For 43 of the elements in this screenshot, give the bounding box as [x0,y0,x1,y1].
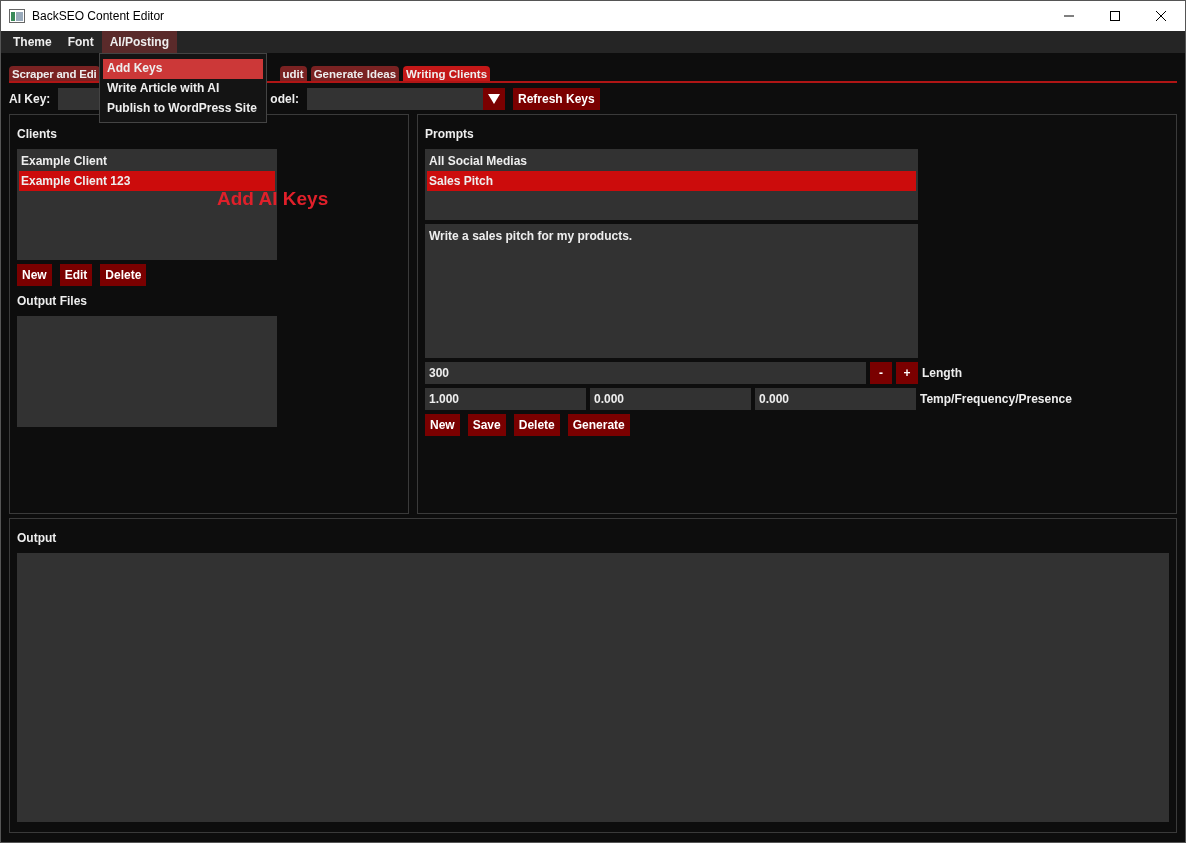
field-label: Temp/Frequency/Presence [920,392,1072,406]
tab[interactable]: Writing Clients [403,66,491,81]
menu-option[interactable]: Publish to WordPress Site [103,99,263,119]
action-button[interactable]: Save [467,414,506,436]
action-button[interactable]: New [425,414,460,436]
tab[interactable]: Generate Ideas [310,66,400,81]
parameter-field[interactable]: 1.000 [425,388,586,410]
tab[interactable]: Scraper and Edi [9,66,100,81]
list-item[interactable]: Example Client 123 [19,171,275,191]
parameter-field[interactable]: 0.000 [590,388,751,410]
hint-label: Add AI Keys [217,188,329,210]
menu-item[interactable]: Font [59,31,102,53]
list-item[interactable]: Sales Pitch [427,171,916,191]
close-icon[interactable] [1155,10,1167,22]
parameter-field[interactable]: 0.000 [755,388,916,410]
length-field[interactable]: 300 [425,362,866,384]
window-title: BackSEO Content Editor [32,9,165,23]
refresh-keys-button[interactable]: Refresh Keys [513,88,600,110]
caret-icon [488,94,500,104]
list-item[interactable]: Example Client [19,151,275,171]
increment-button[interactable]: + [896,362,918,384]
menu-option[interactable]: Write Article with AI [103,79,263,99]
field-label: odel: [270,92,299,106]
decrement-button[interactable]: - [870,362,892,384]
menu-item[interactable]: AI/Posting [101,31,178,53]
action-button[interactable]: Generate [567,414,630,436]
section-title: Prompts [425,127,474,141]
list-item[interactable]: All Social Medias [427,151,916,171]
action-button[interactable]: Delete [513,414,560,436]
action-button[interactable]: Delete [100,264,147,286]
app-icon [9,9,25,23]
field-label: AI Key: [9,92,51,106]
menu-item[interactable]: Theme [5,31,60,53]
section-title: Clients [17,127,57,141]
section-title: Output Files [17,294,87,308]
action-button[interactable]: New [17,264,52,286]
menu-option[interactable]: Add Keys [103,59,263,79]
field-label: Length [922,366,962,380]
section-title: Output [17,531,58,545]
action-button[interactable]: Edit [59,264,93,286]
maximize-icon[interactable] [1109,10,1121,22]
prompt-text-area[interactable]: Write a sales pitch for my products. [425,224,918,358]
tab[interactable]: udit [279,66,307,81]
